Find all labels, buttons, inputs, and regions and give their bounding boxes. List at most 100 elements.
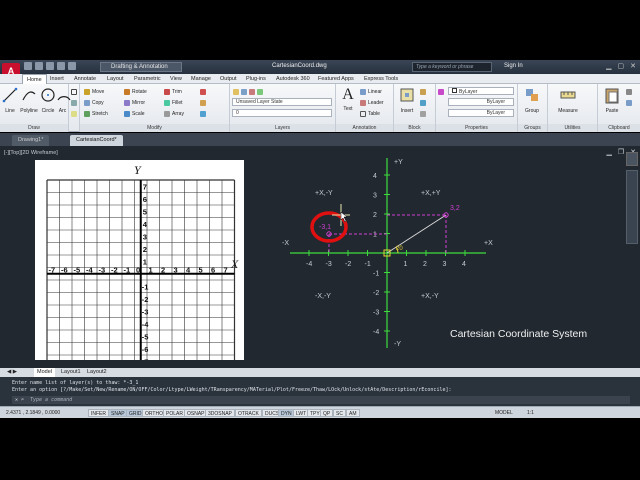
line-button[interactable]: Line [2, 86, 18, 114]
tab-layout[interactable]: Layout [103, 74, 128, 84]
panel-label-annotation[interactable]: Annotation [336, 124, 393, 132]
trim-button[interactable]: Trim [164, 87, 182, 96]
insert-button[interactable]: Insert [398, 86, 416, 114]
panel-annotation: A Text Linear Leader Table Annotation [336, 84, 394, 132]
status-toggle-3dosnap[interactable]: 3DOSNAP [205, 409, 235, 417]
cursor-coordinates[interactable]: 2.4371 , 2.1849 , 0.0000 [6, 410, 60, 416]
trim-label: Trim [172, 88, 182, 95]
gradient-icon[interactable] [71, 109, 77, 118]
erase-icon[interactable] [200, 87, 206, 96]
move-button[interactable]: Move [84, 87, 104, 96]
color-dropdown[interactable]: ByLayer [448, 87, 514, 95]
tab-home[interactable]: Home [22, 74, 47, 84]
open-icon[interactable] [35, 62, 43, 70]
tab-parametric[interactable]: Parametric [130, 74, 165, 84]
tab-featured-apps[interactable]: Featured Apps [314, 74, 358, 84]
status-toggle-infer[interactable]: INFER [88, 409, 109, 417]
rotate-icon [124, 88, 130, 95]
panel-label-properties[interactable]: Properties [436, 124, 517, 132]
status-toggle-qp[interactable]: QP [320, 409, 334, 417]
copy-clip-icon[interactable] [626, 98, 632, 107]
panel-label-block[interactable]: Block [394, 124, 435, 132]
paste-button[interactable]: Paste [602, 86, 622, 114]
sign-in-link[interactable]: Sign In [504, 63, 523, 69]
table-button[interactable]: Table [360, 109, 380, 118]
lineweight-dropdown[interactable]: ByLayer [448, 109, 514, 117]
layer-state-dropdown[interactable]: Unsaved Layer State [232, 98, 332, 106]
tab-view[interactable]: View [166, 74, 186, 84]
match-properties-icon[interactable] [438, 87, 444, 96]
status-toggle-otrack[interactable]: OTRACK [235, 409, 262, 417]
status-toggle-polar[interactable]: POLAR [163, 409, 186, 417]
tab-plugins[interactable]: Plug-ins [242, 74, 270, 84]
linear-button[interactable]: Linear [360, 87, 382, 96]
y-axis-tick-label: -3 [373, 310, 379, 317]
scale-button[interactable]: Scale [124, 109, 145, 118]
layer-dropdown[interactable]: 0 [232, 109, 332, 117]
tab-layout2[interactable]: Layout2 [84, 368, 110, 377]
layout-nav-icon[interactable]: ◀ ▶ [4, 368, 20, 377]
copy-button[interactable]: Copy [84, 98, 104, 107]
leader-button[interactable]: Leader [360, 98, 384, 107]
offset-icon[interactable] [200, 109, 206, 118]
measure-button[interactable]: Measure [554, 86, 582, 114]
tab-model[interactable]: Model [34, 368, 55, 377]
model-space-button[interactable]: MODEL [492, 409, 516, 417]
tab-annotate[interactable]: Annotate [70, 74, 100, 84]
linetype-dropdown[interactable]: ByLayer [448, 98, 514, 106]
group-button[interactable]: Group [522, 86, 542, 114]
drawing-viewport[interactable]: [-][Top][2D Wireframe] ▁ ❐ ✕ -7-6-5-4-3-… [0, 146, 640, 368]
tab-layout1[interactable]: Layout1 [58, 368, 84, 377]
search-input[interactable]: Type a keyword or phrase [412, 62, 492, 72]
quadrant-4-label: +X,-Y [421, 293, 439, 300]
panel-label-layers[interactable]: Layers [230, 124, 335, 132]
maximize-icon[interactable]: ▢ [618, 62, 625, 70]
text-button[interactable]: A Text [339, 86, 357, 112]
hatch-icon[interactable] [71, 98, 77, 107]
status-toggle-am[interactable]: AM [346, 409, 360, 417]
rotate-button[interactable]: Rotate [124, 87, 147, 96]
panel-label-draw[interactable]: Draw [0, 124, 68, 132]
mirror-button[interactable]: Mirror [124, 98, 145, 107]
line-label: Line [5, 108, 15, 114]
circle-button[interactable]: Circle [40, 86, 56, 114]
arc-button[interactable]: Arc [56, 86, 71, 114]
minimize-icon[interactable]: ▁ [606, 62, 611, 70]
status-bar: 2.4371 , 2.1849 , 0.0000 INFER SNAP GRID OR… [0, 406, 640, 418]
cut-icon[interactable] [626, 87, 632, 96]
new-icon[interactable] [24, 62, 32, 70]
redo-icon[interactable] [68, 62, 76, 70]
status-toggle-osnap[interactable]: OSNAP [184, 409, 208, 417]
fillet-button[interactable]: Fillet [164, 98, 183, 107]
tab-insert[interactable]: Insert [46, 74, 68, 84]
rectangle-icon[interactable] [71, 87, 77, 96]
workspace-dropdown[interactable]: Drafting & Annotation [100, 62, 182, 72]
panel-label-groups[interactable]: Groups [518, 124, 547, 132]
create-block-icon[interactable] [420, 87, 426, 96]
array-button[interactable]: Array [164, 109, 184, 118]
edit-attributes-icon[interactable] [420, 109, 426, 118]
panel-label-utilities[interactable]: Utilities [548, 124, 597, 132]
panel-label-modify[interactable]: Modify [80, 124, 229, 132]
tab-manage[interactable]: Manage [187, 74, 215, 84]
status-toggle-snap[interactable]: SNAP [108, 409, 128, 417]
doc-tab-drawing1[interactable]: Drawing1* [12, 135, 50, 146]
panel-label-clipboard[interactable]: Clipboard [598, 124, 640, 132]
close-icon[interactable]: ✕ [630, 62, 636, 70]
annotation-scale[interactable]: 1:1 [524, 409, 537, 417]
tab-express-tools[interactable]: Express Tools [360, 74, 402, 84]
stretch-button[interactable]: Stretch [84, 109, 108, 118]
polyline-button[interactable]: Polyline [19, 86, 39, 114]
command-input[interactable]: ✕ ⌕ Type a command [12, 396, 630, 404]
explode-icon[interactable] [200, 98, 206, 107]
save-icon[interactable] [46, 62, 54, 70]
status-toggle-sc[interactable]: SC [333, 409, 346, 417]
y-axis-tick-label: 1 [373, 232, 377, 239]
layer-properties-icon[interactable] [233, 87, 263, 96]
tab-autodesk-360[interactable]: Autodesk 360 [272, 74, 314, 84]
tab-output[interactable]: Output [216, 74, 241, 84]
edit-block-icon[interactable] [420, 98, 426, 107]
minus-y-label: -Y [394, 341, 401, 348]
undo-icon[interactable] [57, 62, 65, 70]
doc-tab-cartesiancoord[interactable]: CartesianCoord* [70, 135, 123, 146]
